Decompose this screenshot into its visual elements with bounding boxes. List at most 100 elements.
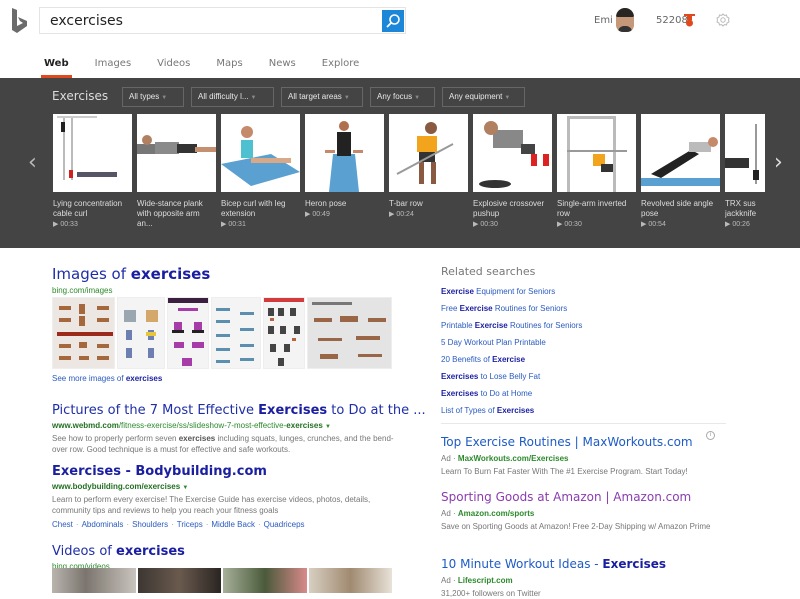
tab-web[interactable]: Web (41, 58, 72, 78)
exercise-card[interactable]: TRX sus jackknife ▶ 00:26 (725, 114, 765, 228)
ad-result-lifescript: 10 Minute Workout Ideas - Exercises Ad ·… (441, 555, 721, 599)
filter-type[interactable]: All types ▼ (122, 87, 184, 107)
url-domain: www.bodybuilding.com/exercises (52, 482, 181, 491)
bing-logo-icon[interactable] (10, 8, 30, 34)
related-text: Printable (441, 321, 475, 330)
deeplink-chest[interactable]: Chest (52, 520, 73, 529)
tab-videos[interactable]: Videos (157, 58, 190, 78)
exercise-card-title: T-bar row (389, 199, 423, 208)
related-search-item[interactable]: Exercise Equipment for Seniors (441, 283, 582, 300)
deeplink-abdominals[interactable]: Abdominals (82, 520, 124, 529)
exercise-thumbnail[interactable] (389, 114, 468, 192)
filter-focus[interactable]: Any focus ▼ (370, 87, 435, 107)
user-name[interactable]: Emi (594, 15, 613, 26)
chevron-down-icon: ▼ (343, 95, 350, 101)
images-result: Images of exercises bing.com/images (52, 265, 210, 295)
tab-explore[interactable]: Explore (322, 58, 360, 78)
filter-equipment[interactable]: Any equipment ▼ (442, 87, 525, 107)
exercise-duration: ▶ 00:31 (221, 220, 300, 228)
image-thumbnail[interactable] (211, 297, 261, 369)
exercise-thumbnail[interactable] (137, 114, 216, 192)
filter-label: All difficulty l... (198, 92, 249, 101)
related-search-item[interactable]: 20 Benefits of Exercise (441, 351, 582, 368)
ad-title[interactable]: Sporting Goods at Amazon | Amazon.com (441, 490, 691, 504)
duration-text: 00:33 (60, 221, 78, 228)
related-bold: Exercises (441, 389, 479, 398)
related-search-item[interactable]: List of Types of Exercises (441, 402, 582, 419)
filter-target-area[interactable]: All target areas ▼ (281, 87, 363, 107)
rewards-medal-icon[interactable] (684, 14, 695, 27)
related-search-item[interactable]: Printable Exercise Routines for Seniors (441, 317, 582, 334)
exercise-thumbnail[interactable] (557, 114, 636, 192)
carousel-next-button[interactable]: › (774, 150, 783, 175)
related-search-item[interactable]: 5 Day Workout Plan Printable (441, 334, 582, 351)
search-button[interactable] (382, 10, 404, 32)
video-thumbnail[interactable] (52, 568, 136, 593)
filter-label: All target areas (288, 92, 342, 101)
see-more-images-link[interactable]: See more images of exercises (52, 374, 162, 383)
exercise-card[interactable]: Heron pose ▶ 00:49 (305, 114, 384, 218)
related-search-item[interactable]: Exercises to Do at Home (441, 385, 582, 402)
exercise-card[interactable]: Lying concentration cable curl ▶ 00:33 (53, 114, 132, 228)
caret-down-icon[interactable]: ▼ (182, 485, 188, 491)
image-thumbnail[interactable] (117, 297, 165, 369)
exercise-thumbnail[interactable] (641, 114, 720, 192)
webmd-result-title[interactable]: Pictures of the 7 Most Effective Exercis… (52, 403, 426, 418)
deeplink-quadriceps[interactable]: Quadriceps (264, 520, 305, 529)
header: Emi 52208 Web Images Videos Maps News Ex… (0, 0, 800, 78)
avatar[interactable] (616, 8, 634, 32)
carousel-prev-button[interactable]: ‹ (28, 150, 37, 175)
related-bold: Exercise (474, 321, 508, 330)
tab-news[interactable]: News (269, 58, 296, 78)
divider (441, 423, 726, 424)
images-result-title[interactable]: Images of exercises (52, 265, 210, 283)
ad-title[interactable]: Top Exercise Routines | MaxWorkouts.com (441, 435, 693, 449)
deeplink-shoulders[interactable]: Shoulders (132, 520, 168, 529)
exercise-thumbnail[interactable] (305, 114, 384, 192)
separator: · (171, 520, 174, 529)
search-input[interactable] (50, 11, 380, 31)
ad-label: Ad · (441, 509, 458, 518)
ad-result-amazon: Sporting Goods at Amazon | Amazon.com Ad… (441, 488, 721, 532)
exercise-card[interactable]: Explosive crossover pushup ▶ 00:30 (473, 114, 552, 228)
exercise-card[interactable]: Revolved side angle pose ▶ 00:54 (641, 114, 720, 228)
ad-title[interactable]: 10 Minute Workout Ideas - Exercises (441, 557, 666, 571)
exercise-card[interactable]: Bicep curl with leg extension ▶ 00:31 (221, 114, 300, 228)
gear-icon[interactable] (716, 13, 730, 27)
tab-maps[interactable]: Maps (216, 58, 242, 78)
related-search-item[interactable]: Exercises to Lose Belly Fat (441, 368, 582, 385)
ad-url[interactable]: Amazon.com/sports (458, 509, 534, 518)
tab-images[interactable]: Images (95, 58, 132, 78)
exercise-card-title: Lying concentration cable curl (53, 199, 123, 218)
image-thumbnail[interactable] (166, 297, 210, 369)
exercise-thumbnail[interactable] (473, 114, 552, 192)
ad-url[interactable]: MaxWorkouts.com/Exercises (458, 454, 569, 463)
exercise-card[interactable]: Single-arm inverted row ▶ 00:30 (557, 114, 636, 228)
duration-text: 00:30 (480, 221, 498, 228)
image-thumbnail-strip (52, 297, 392, 369)
image-thumbnail[interactable] (307, 297, 392, 369)
video-thumbnail[interactable] (137, 568, 221, 593)
video-thumbnail[interactable] (308, 568, 392, 593)
exercise-image (479, 121, 549, 188)
image-thumbnail[interactable] (52, 297, 116, 369)
deeplink-triceps[interactable]: Triceps (177, 520, 203, 529)
exercise-card[interactable]: T-bar row ▶ 00:24 (389, 114, 468, 218)
exercise-card[interactable]: Wide-stance plank with opposite arm an..… (137, 114, 216, 229)
caret-down-icon[interactable]: ▼ (325, 424, 331, 430)
ad-url[interactable]: Lifescript.com (458, 576, 513, 585)
result-snippet: Learn to perform every exercise! The Exe… (52, 495, 371, 515)
related-search-item[interactable]: Free Exercise Routines for Seniors (441, 300, 582, 317)
exercise-chart-image (263, 298, 305, 366)
search-box (39, 7, 406, 34)
exercise-thumbnail[interactable] (53, 114, 132, 192)
image-thumbnail[interactable] (262, 297, 306, 369)
filter-difficulty[interactable]: All difficulty l... ▼ (191, 87, 274, 107)
deeplink-middle-back[interactable]: Middle Back (211, 520, 255, 529)
exercise-thumbnail[interactable] (221, 114, 300, 192)
bodybuilding-result-title[interactable]: Exercises - Bodybuilding.com (52, 464, 267, 479)
video-thumbnail[interactable] (223, 568, 307, 593)
url-path: /fitness-exercise/ss/slideshow-7-most-ef… (118, 421, 287, 430)
videos-result-title[interactable]: Videos of exercises (52, 544, 185, 559)
exercise-thumbnail[interactable] (725, 114, 765, 192)
